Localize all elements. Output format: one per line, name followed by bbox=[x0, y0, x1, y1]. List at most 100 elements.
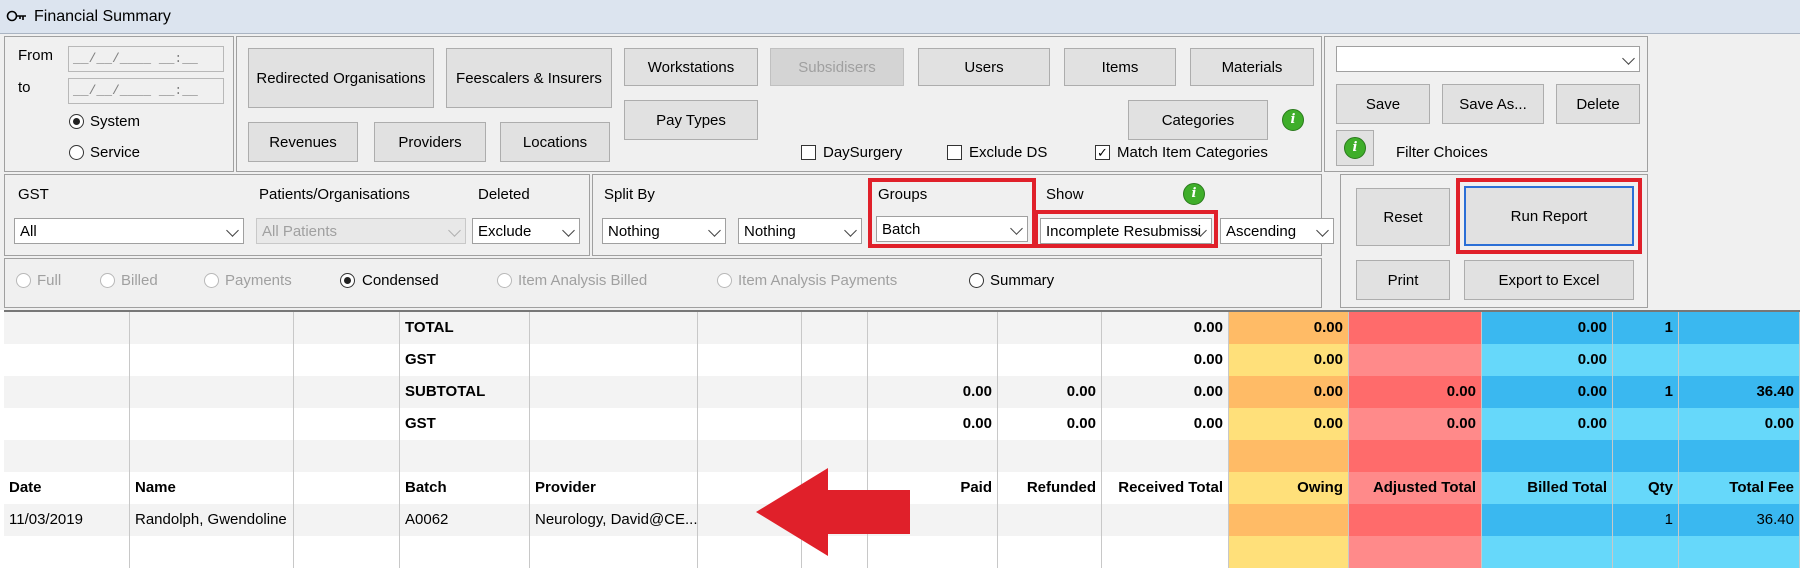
cell-date bbox=[4, 408, 130, 440]
filter-info-button[interactable]: i bbox=[1336, 130, 1374, 166]
split-by-dropdown-2[interactable]: Nothing bbox=[738, 218, 862, 244]
cell-date bbox=[4, 312, 130, 344]
show-label: Show bbox=[1046, 186, 1084, 203]
cell-owing bbox=[1229, 440, 1349, 472]
item-analysis-payments-radio[interactable] bbox=[717, 273, 732, 288]
cell-owing: Owing bbox=[1229, 472, 1349, 504]
chevron-down-icon bbox=[708, 224, 721, 237]
cell-provider bbox=[530, 408, 698, 440]
print-button[interactable]: Print bbox=[1356, 260, 1450, 300]
from-date-input[interactable]: __/__/____ __:__ bbox=[68, 46, 224, 72]
billed-label: Billed bbox=[121, 272, 158, 289]
providers-button[interactable]: Providers bbox=[374, 122, 486, 162]
cell-billed: 0.00 bbox=[1482, 344, 1613, 376]
redirected-organisations-button[interactable]: Redirected Organisations bbox=[248, 48, 434, 108]
pay-types-button[interactable]: Pay Types bbox=[624, 100, 758, 140]
run-report-highlight bbox=[1456, 178, 1642, 254]
cell-qty bbox=[1613, 440, 1679, 472]
deleted-dropdown[interactable]: Exclude bbox=[472, 218, 580, 244]
cell-fee: 36.40 bbox=[1679, 504, 1800, 536]
cell-refunded bbox=[998, 344, 1102, 376]
cell-adjusted: 0.00 bbox=[1349, 376, 1482, 408]
patients-value: All Patients bbox=[262, 223, 338, 240]
cell-fee: 0.00 bbox=[1679, 408, 1800, 440]
workstations-button[interactable]: Workstations bbox=[624, 48, 758, 86]
cell-name bbox=[130, 376, 294, 408]
cell-c3 bbox=[294, 312, 400, 344]
save-button[interactable]: Save bbox=[1336, 84, 1430, 124]
condensed-radio[interactable] bbox=[340, 273, 355, 288]
cell-billed: Billed Total bbox=[1482, 472, 1613, 504]
summary-radio[interactable] bbox=[969, 273, 984, 288]
cell-refunded bbox=[998, 440, 1102, 472]
service-radio[interactable] bbox=[69, 145, 84, 160]
cell-received: 0.00 bbox=[1102, 376, 1229, 408]
cell-c3 bbox=[294, 344, 400, 376]
categories-info-icon[interactable]: i bbox=[1282, 109, 1304, 131]
to-date-input[interactable]: __/__/____ __:__ bbox=[68, 78, 224, 104]
cell-provider bbox=[530, 376, 698, 408]
reset-button[interactable]: Reset bbox=[1356, 188, 1450, 246]
cell-adjusted bbox=[1349, 312, 1482, 344]
cell-fee bbox=[1679, 344, 1800, 376]
locations-button[interactable]: Locations bbox=[500, 122, 610, 162]
cell-billed: 0.00 bbox=[1482, 312, 1613, 344]
cell-billed: 0.00 bbox=[1482, 376, 1613, 408]
full-radio[interactable] bbox=[16, 273, 31, 288]
window-title: Financial Summary bbox=[34, 8, 171, 25]
cell-fee: 36.40 bbox=[1679, 376, 1800, 408]
materials-button[interactable]: Materials bbox=[1190, 48, 1314, 86]
chevron-down-icon bbox=[1622, 52, 1635, 65]
day-surgery-checkbox[interactable] bbox=[801, 145, 816, 160]
categories-button[interactable]: Categories bbox=[1128, 100, 1268, 140]
day-surgery-label: DaySurgery bbox=[823, 144, 903, 161]
info-icon: i bbox=[1344, 137, 1366, 159]
billed-radio[interactable] bbox=[100, 273, 115, 288]
cell-fee bbox=[1679, 440, 1800, 472]
match-item-categories-checkbox[interactable]: ✓ bbox=[1095, 145, 1110, 160]
export-excel-button[interactable]: Export to Excel bbox=[1464, 260, 1634, 300]
cell-c6 bbox=[698, 344, 802, 376]
cell-billed: 0.00 bbox=[1482, 408, 1613, 440]
save-as-button[interactable]: Save As... bbox=[1442, 84, 1544, 124]
red-arrow-indicator bbox=[756, 468, 914, 560]
subsidisers-button[interactable]: Subsidisers bbox=[770, 48, 904, 86]
order-dropdown[interactable]: Ascending bbox=[1220, 218, 1334, 244]
cell-paid: 0.00 bbox=[868, 376, 998, 408]
cell-provider bbox=[530, 312, 698, 344]
cell-paid bbox=[868, 312, 998, 344]
show-info-icon[interactable]: i bbox=[1183, 183, 1205, 205]
cell-date bbox=[4, 376, 130, 408]
cell-received: 0.00 bbox=[1102, 344, 1229, 376]
gst-dropdown[interactable]: All bbox=[14, 218, 244, 244]
full-label: Full bbox=[37, 272, 62, 289]
saved-filter-dropdown[interactable] bbox=[1336, 46, 1640, 72]
deleted-value: Exclude bbox=[478, 223, 532, 240]
cell-name bbox=[130, 312, 294, 344]
cell-name bbox=[130, 536, 294, 568]
chevron-down-icon bbox=[448, 224, 461, 237]
groups-highlight bbox=[868, 178, 1036, 248]
cell-c3 bbox=[294, 472, 400, 504]
cell-batch: GST bbox=[400, 408, 530, 440]
system-radio[interactable] bbox=[69, 114, 84, 129]
cell-c3 bbox=[294, 440, 400, 472]
cell-c3 bbox=[294, 376, 400, 408]
feescalers-insurers-button[interactable]: Feescalers & Insurers bbox=[446, 48, 612, 108]
payments-radio[interactable] bbox=[204, 273, 219, 288]
item-analysis-billed-radio[interactable] bbox=[497, 273, 512, 288]
revenues-button[interactable]: Revenues bbox=[248, 122, 358, 162]
delete-button[interactable]: Delete bbox=[1556, 84, 1640, 124]
cell-batch bbox=[400, 536, 530, 568]
exclude-ds-checkbox[interactable] bbox=[947, 145, 962, 160]
cell-owing: 0.00 bbox=[1229, 408, 1349, 440]
patients-dropdown[interactable]: All Patients bbox=[256, 218, 466, 244]
item-analysis-payments-label: Item Analysis Payments bbox=[738, 272, 898, 289]
cell-name bbox=[130, 440, 294, 472]
users-button[interactable]: Users bbox=[918, 48, 1050, 86]
cell-c7 bbox=[802, 344, 868, 376]
match-item-categories-label: Match Item Categories bbox=[1117, 144, 1268, 161]
cell-name: Randolph, Gwendoline bbox=[130, 504, 294, 536]
split-by-dropdown-1[interactable]: Nothing bbox=[602, 218, 726, 244]
items-button[interactable]: Items bbox=[1064, 48, 1176, 86]
